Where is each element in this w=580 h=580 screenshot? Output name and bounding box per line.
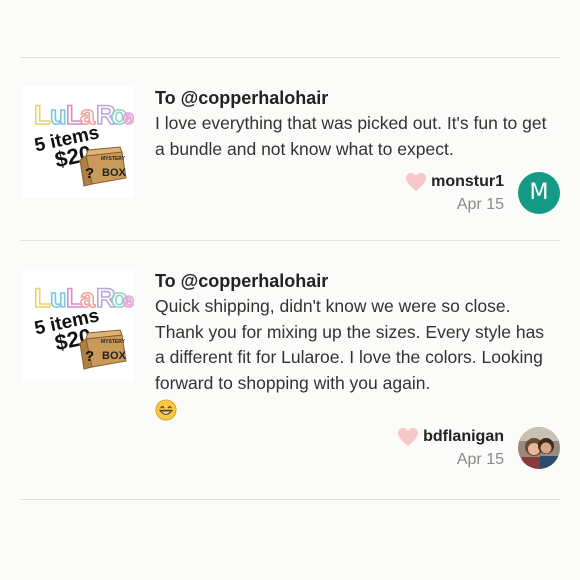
divider-middle bbox=[20, 240, 560, 241]
reviewer-photo bbox=[518, 427, 560, 469]
reviewer-avatar[interactable] bbox=[518, 427, 560, 469]
box-main-label: BOX bbox=[102, 167, 127, 179]
box-main-label: BOX bbox=[102, 350, 127, 362]
logo-letter: e bbox=[123, 290, 134, 312]
listing-thumbnail[interactable]: L u L a R o e 5 items $20 MYSTERY BOX ? bbox=[22, 269, 134, 381]
review-recipient[interactable]: To @copperhalohair bbox=[155, 86, 560, 111]
mystery-box-image: L u L a R o e 5 items $20 MYSTERY BOX ? bbox=[33, 282, 134, 370]
review-content: To @copperhalohair Quick shipping, didn'… bbox=[155, 269, 560, 422]
divider-bottom bbox=[20, 499, 560, 500]
review-meta: monstur1 Apr 15 M bbox=[360, 172, 560, 222]
reviewer-username[interactable]: monstur1 bbox=[431, 173, 504, 190]
review-item: L u L a R o e 5 items $20 MYSTERY BOX ? … bbox=[20, 86, 560, 216]
review-date: Apr 15 bbox=[456, 451, 504, 468]
divider-top bbox=[20, 57, 560, 58]
grinning-face-emoji-icon bbox=[155, 399, 177, 421]
mystery-box-image: L u L a R o e 5 items $20 MYSTERY BOX ? bbox=[33, 99, 134, 187]
logo-letter: u bbox=[50, 283, 67, 313]
review-content: To @copperhalohair I love everything tha… bbox=[155, 86, 560, 162]
box-question-mark: ? bbox=[85, 348, 94, 365]
logo-letter: L bbox=[34, 283, 51, 313]
review-date-row: Apr 15 bbox=[457, 196, 504, 214]
box-top-label: MYSTERY bbox=[101, 339, 126, 345]
review-date-row: Apr 15 bbox=[457, 451, 504, 469]
review-recipient[interactable]: To @copperhalohair bbox=[155, 269, 560, 294]
reviewer-row: bdflanigan bbox=[397, 427, 504, 447]
review-date: Apr 15 bbox=[456, 196, 504, 213]
reviewer-username[interactable]: bdflanigan bbox=[423, 428, 504, 445]
reviewer-avatar[interactable]: M bbox=[518, 172, 560, 214]
box-question-mark: ? bbox=[85, 165, 94, 182]
review-meta: bdflanigan Apr 15 bbox=[360, 427, 560, 477]
logo-letter: L bbox=[34, 100, 51, 130]
review-text: Quick shipping, didn't know we were so c… bbox=[155, 294, 560, 422]
reviewer-row: monstur1 bbox=[405, 172, 504, 192]
heart-icon[interactable] bbox=[405, 172, 427, 192]
heart-icon[interactable] bbox=[397, 427, 419, 447]
review-item: L u L a R o e 5 items $20 MYSTERY BOX ? … bbox=[20, 269, 560, 474]
review-text-content: Quick shipping, didn't know we were so c… bbox=[155, 296, 545, 393]
box-top-label: MYSTERY bbox=[101, 156, 126, 162]
logo-letter: u bbox=[50, 100, 67, 130]
review-text: I love everything that was picked out. I… bbox=[155, 113, 547, 159]
logo-letter: e bbox=[123, 107, 134, 129]
listing-thumbnail[interactable]: L u L a R o e 5 items $20 MYSTERY BOX ? bbox=[22, 86, 134, 198]
